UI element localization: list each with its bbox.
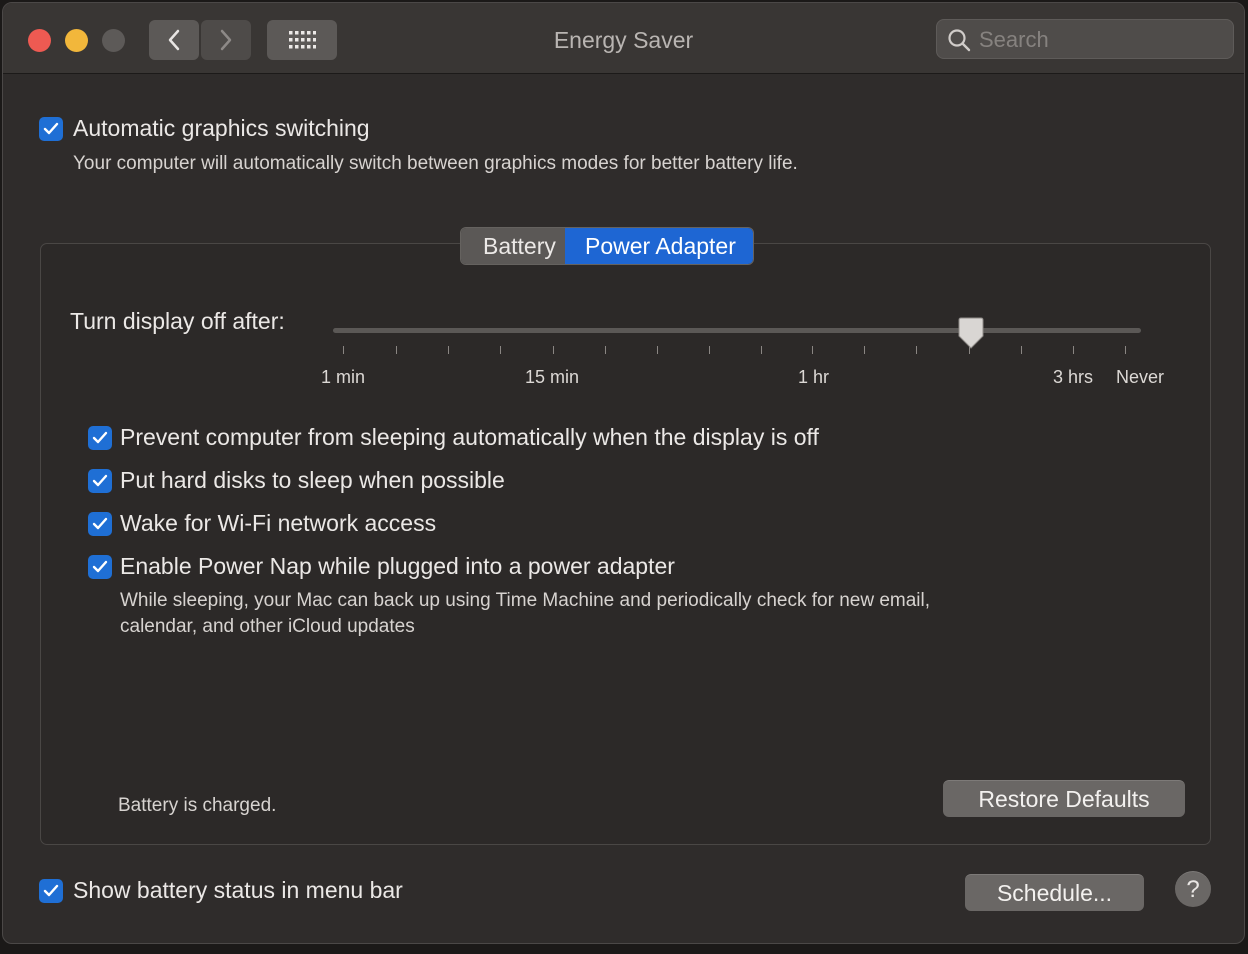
show-battery-status-checkbox[interactable] [39, 879, 63, 903]
disk-sleep-checkbox[interactable] [88, 469, 112, 493]
slider-tick [709, 346, 710, 354]
tick-label-1-min: 1 min [321, 367, 366, 387]
slider-tick [605, 346, 606, 354]
slider-tick [396, 346, 397, 354]
prevent-sleep-label: Prevent computer from sleeping automatic… [120, 424, 819, 450]
slider-tick [916, 346, 917, 354]
restore-defaults-button[interactable]: Restore Defaults [943, 780, 1185, 817]
battery-status-text: Battery is charged. [118, 795, 277, 816]
power-nap-description-line2: calendar, and other iCloud updates [120, 616, 415, 637]
search-field[interactable] [936, 19, 1234, 59]
schedule-button[interactable]: Schedule... [965, 874, 1144, 911]
title-bar: Energy Saver [3, 3, 1244, 74]
tick-label-1-hr: 1 hr [798, 367, 830, 387]
checkmark-icon [92, 431, 108, 444]
graphics-switching-checkbox[interactable] [39, 117, 63, 141]
tick-label-never: Never [1116, 367, 1165, 387]
checkmark-icon [43, 884, 59, 897]
disk-sleep-label: Put hard disks to sleep when possible [120, 467, 505, 493]
checkmark-icon [92, 474, 108, 487]
search-icon [948, 29, 971, 52]
slider-tick [761, 346, 762, 354]
slider-tick [553, 346, 554, 354]
checkmark-icon [43, 122, 59, 135]
slider-tick [1073, 346, 1074, 354]
display-off-slider[interactable] [333, 328, 1141, 333]
tick-label-15-min: 15 min [525, 367, 580, 387]
slider-tick [448, 346, 449, 354]
slider-tick [500, 346, 501, 354]
slider-thumb[interactable] [956, 317, 986, 351]
wake-wifi-checkbox[interactable] [88, 512, 112, 536]
power-source-tabs: Battery Power Adapter [460, 227, 754, 265]
graphics-switching-label: Automatic graphics switching [73, 115, 370, 141]
checkmark-icon [92, 517, 108, 530]
power-nap-description-line1: While sleeping, your Mac can back up usi… [120, 590, 931, 611]
prevent-sleep-checkbox[interactable] [88, 426, 112, 450]
slider-tick [864, 346, 865, 354]
display-off-label: Turn display off after: [70, 308, 285, 334]
slider-tick [1021, 346, 1022, 354]
slider-tick [343, 346, 344, 354]
tick-label-3-hrs: 3 hrs [1053, 367, 1094, 387]
graphics-switching-description: Your computer will automatically switch … [73, 153, 798, 174]
slider-tick [657, 346, 658, 354]
power-nap-checkbox[interactable] [88, 555, 112, 579]
search-input[interactable] [977, 24, 1221, 56]
wake-wifi-label: Wake for Wi-Fi network access [120, 510, 437, 536]
tab-power-adapter[interactable]: Power Adapter [565, 228, 753, 264]
checkmark-icon [92, 560, 108, 573]
slider-tick [1125, 346, 1126, 354]
tab-battery[interactable]: Battery [461, 228, 565, 264]
power-nap-label: Enable Power Nap while plugged into a po… [120, 553, 675, 579]
slider-tick [812, 346, 813, 354]
show-battery-status-label: Show battery status in menu bar [73, 877, 403, 903]
help-button[interactable]: ? [1175, 871, 1211, 907]
energy-saver-window: Energy Saver Automatic graphics switchin… [2, 2, 1245, 944]
